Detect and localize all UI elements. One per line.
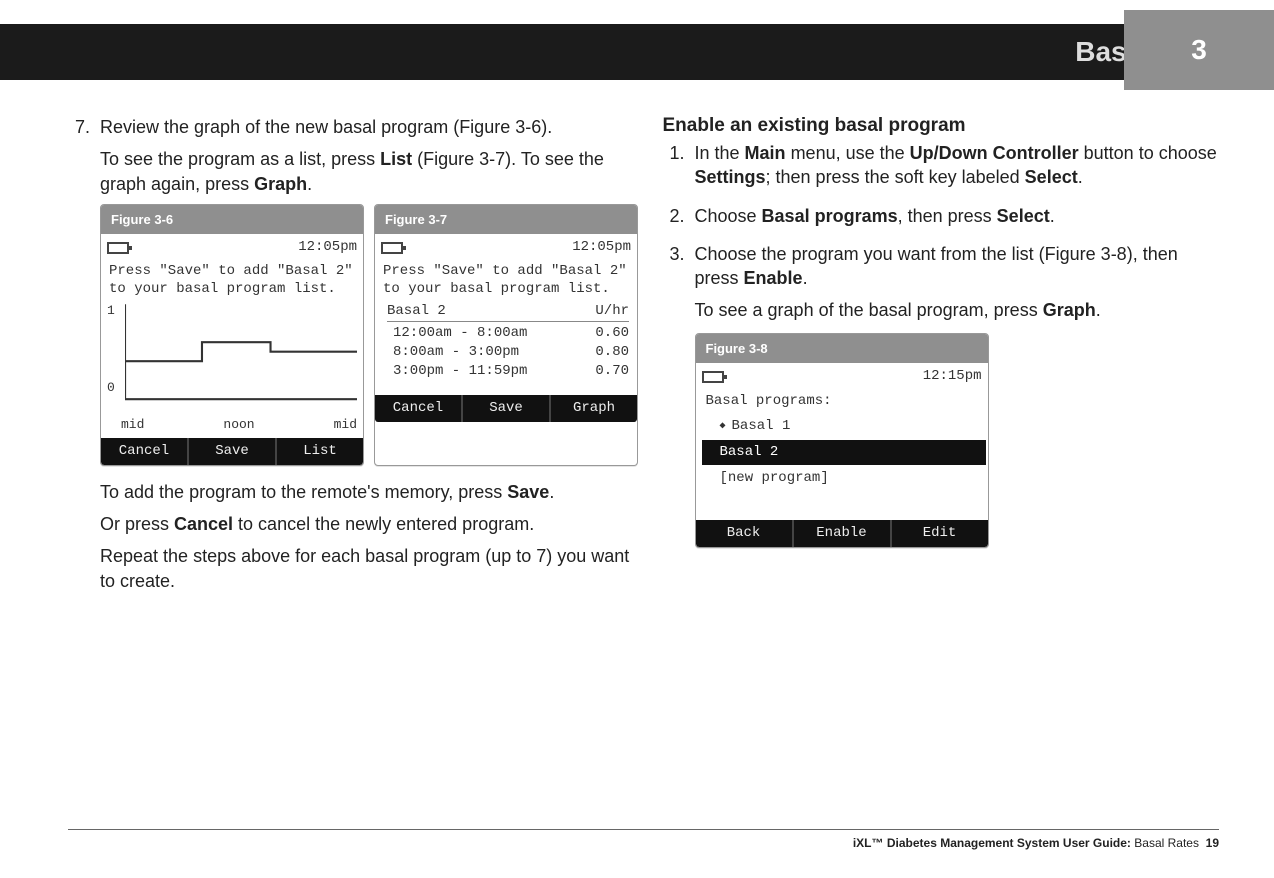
page-header: Basal Rates <box>0 24 1274 80</box>
chart-svg <box>125 302 357 412</box>
battery-icon <box>107 242 129 254</box>
step-7-line-1: Review the graph of the new basal progra… <box>100 115 638 139</box>
softkeys: Cancel Save List <box>101 438 363 465</box>
y-axis-1: 1 <box>107 302 115 320</box>
softkey-cancel[interactable]: Cancel <box>101 438 189 465</box>
chapter-number: 3 <box>1124 10 1274 90</box>
battery-icon <box>381 242 403 254</box>
screen-message: Press "Save" to add "Basal 2" to your ba… <box>375 259 637 302</box>
softkeys: Cancel Save Graph <box>375 395 637 422</box>
left-column: 7. Review the graph of the new basal pro… <box>68 115 625 607</box>
list-item-new[interactable]: [new program] <box>706 467 982 490</box>
step-number: 7. <box>68 115 92 601</box>
figure-label: Figure 3-7 <box>375 205 637 235</box>
enable-step-3: 3. Choose the program you want from the … <box>663 242 1220 548</box>
basal-graph: 1 0 <box>109 302 357 412</box>
device-screen: 12:05pm Press "Save" to add "Basal 2" to… <box>375 234 637 421</box>
softkey-graph[interactable]: Graph <box>551 395 637 422</box>
softkey-save[interactable]: Save <box>189 438 277 465</box>
list-item-basal-2[interactable]: Basal 2 <box>702 440 986 465</box>
figure-row: Figure 3-6 12:05pm Press "Save" to add "… <box>100 204 638 466</box>
rate-table: Basal 2 U/hr 12:00am - 8:00am0.60 8:00am… <box>375 302 637 395</box>
softkeys: Back Enable Edit <box>696 520 988 547</box>
softkey-back[interactable]: Back <box>696 520 794 547</box>
page-footer: iXL™ Diabetes Management System User Gui… <box>68 829 1219 850</box>
figure-3-7: Figure 3-7 12:05pm Press "Save" to add "… <box>374 204 638 466</box>
figure-label: Figure 3-8 <box>696 334 988 364</box>
device-screen: 12:15pm Basal programs: Basal 1 Basal 2 … <box>696 363 988 546</box>
after-text-3: Repeat the steps above for each basal pr… <box>100 544 638 593</box>
section-heading: Enable an existing basal program <box>663 115 1220 137</box>
clock: 12:15pm <box>923 367 982 386</box>
softkey-list[interactable]: List <box>277 438 363 465</box>
enable-step-1: 1. In the Main menu, use the Up/Down Con… <box>663 141 1220 198</box>
page-number: 19 <box>1206 836 1219 850</box>
step-7: 7. Review the graph of the new basal pro… <box>68 115 625 601</box>
softkey-cancel[interactable]: Cancel <box>375 395 463 422</box>
list-title: Basal programs: <box>706 392 982 411</box>
list-item-basal-1[interactable]: Basal 1 <box>706 415 982 438</box>
step-7-line-2: To see the program as a list, press List… <box>100 147 638 196</box>
device-screen: 12:05pm Press "Save" to add "Basal 2" to… <box>101 234 363 464</box>
figure-label: Figure 3-6 <box>101 205 363 235</box>
figure-3-6: Figure 3-6 12:05pm Press "Save" to add "… <box>100 204 364 466</box>
enable-step-2: 2. Choose Basal programs, then press Sel… <box>663 204 1220 236</box>
y-axis-0: 0 <box>107 379 115 397</box>
clock: 12:05pm <box>298 238 357 257</box>
screen-message: Press "Save" to add "Basal 2" to your ba… <box>101 259 363 302</box>
clock: 12:05pm <box>572 238 631 257</box>
after-text-2: Or press Cancel to cancel the newly ente… <box>100 512 638 536</box>
unit-header: U/hr <box>595 302 629 321</box>
x-axis-labels: mid noon mid <box>101 416 363 438</box>
softkey-edit[interactable]: Edit <box>892 520 988 547</box>
battery-icon <box>702 371 724 383</box>
program-name: Basal 2 <box>387 302 446 321</box>
program-list: Basal programs: Basal 1 Basal 2 [new pro… <box>696 388 988 520</box>
softkey-save[interactable]: Save <box>463 395 551 422</box>
softkey-enable[interactable]: Enable <box>794 520 892 547</box>
right-column: Enable an existing basal program 1. In t… <box>663 115 1220 607</box>
after-text-1: To add the program to the remote's memor… <box>100 480 638 504</box>
content-columns: 7. Review the graph of the new basal pro… <box>68 115 1219 607</box>
figure-3-8: Figure 3-8 12:15pm Basal programs: Basal… <box>695 333 989 548</box>
